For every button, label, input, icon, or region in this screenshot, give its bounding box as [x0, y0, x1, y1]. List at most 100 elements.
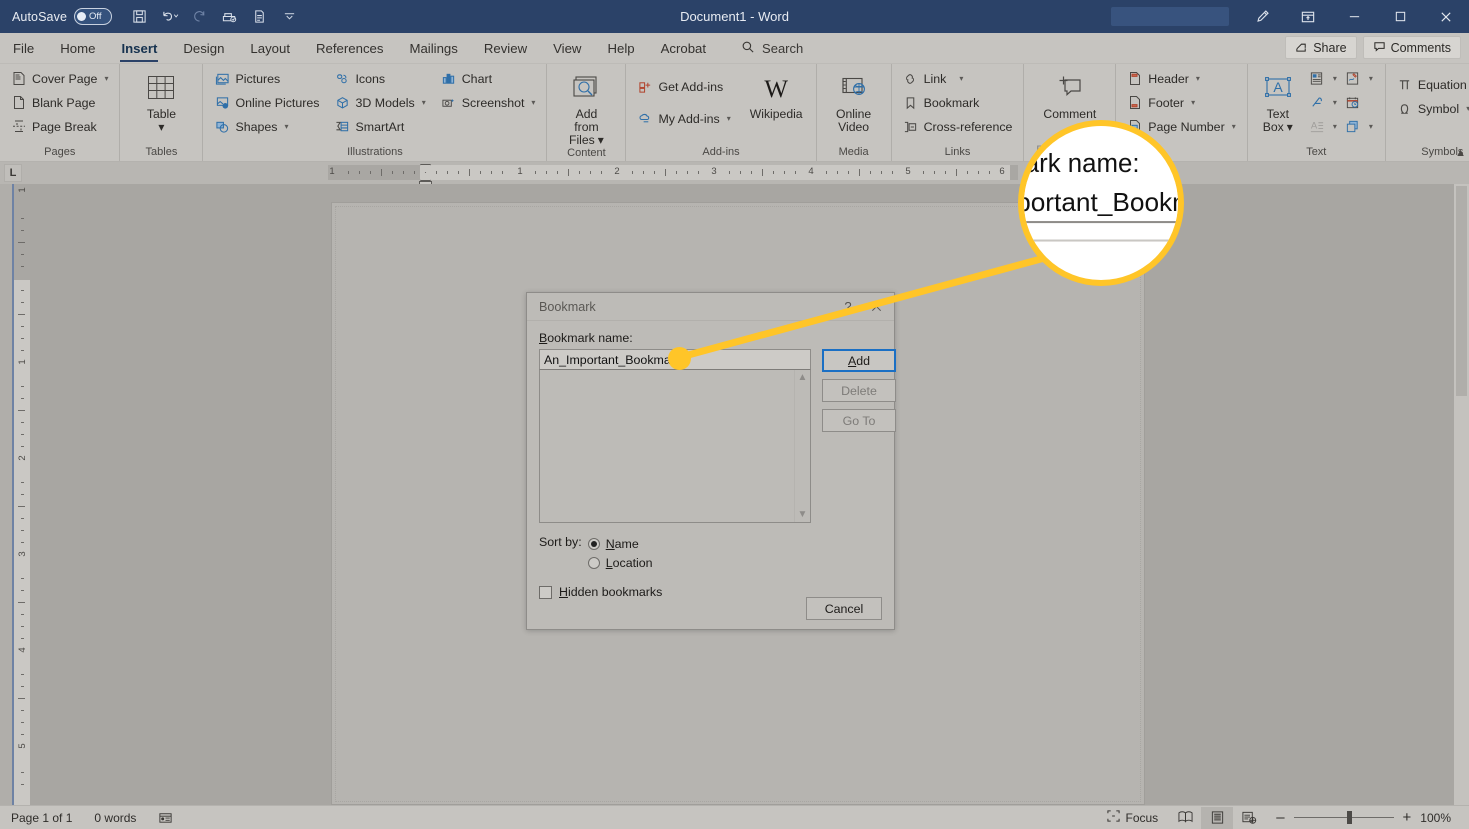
redo-icon[interactable]: [184, 3, 214, 31]
tab-file[interactable]: File: [0, 33, 47, 64]
close-button[interactable]: [1423, 0, 1469, 33]
comments-button[interactable]: Comments: [1362, 36, 1461, 59]
scroll-up-icon[interactable]: ▲: [798, 372, 808, 383]
ribbon-display-options-icon[interactable]: [1285, 0, 1331, 33]
page-break-button[interactable]: Page Break: [7, 115, 112, 138]
zoom-level-label[interactable]: 100%: [1420, 811, 1451, 825]
drop-cap-icon[interactable]: A: [1304, 115, 1330, 138]
collapse-ribbon-icon[interactable]: ▲: [1455, 147, 1466, 159]
my-addins-button[interactable]: My Add-ins ▾: [633, 107, 734, 130]
bookmark-list[interactable]: ▲ ▼: [539, 370, 811, 523]
print-icon[interactable]: [244, 3, 274, 31]
go-to-button[interactable]: Go To: [822, 409, 896, 432]
equation-button[interactable]: Equation ▾: [1393, 73, 1469, 96]
page-indicator[interactable]: Page 1 of 1: [0, 806, 83, 829]
zoom-in-button[interactable]: +: [1403, 809, 1412, 826]
chevron-down-icon: ▾: [1231, 122, 1236, 131]
tab-design[interactable]: Design: [170, 33, 237, 64]
vertical-ruler[interactable]: 1 1 2 3 4 5: [14, 184, 30, 805]
web-layout-button[interactable]: [1233, 807, 1265, 829]
tab-layout[interactable]: Layout: [237, 33, 303, 64]
cross-reference-button[interactable]: Cross-reference: [899, 115, 1017, 138]
ink-pen-icon[interactable]: [1239, 0, 1285, 33]
link-button[interactable]: Link ▾: [899, 67, 1017, 90]
bookmark-list-items[interactable]: [540, 370, 794, 522]
chart-button[interactable]: Chart: [437, 67, 540, 90]
tab-stop-selector[interactable]: L: [4, 164, 22, 182]
zoom-out-button[interactable]: –: [1276, 809, 1284, 826]
comment-button[interactable]: Comment: [1037, 67, 1102, 121]
tab-insert[interactable]: Insert: [108, 33, 170, 64]
chevron-down-icon[interactable]: ▾: [1330, 74, 1340, 83]
icons-button[interactable]: Icons: [330, 67, 429, 90]
focus-button[interactable]: Focus: [1095, 806, 1170, 829]
chevron-down-icon[interactable]: ▾: [1330, 122, 1340, 131]
zoom-slider[interactable]: [1293, 811, 1394, 824]
header-button[interactable]: Header ▾: [1123, 67, 1239, 90]
read-mode-button[interactable]: [1169, 807, 1201, 829]
tab-references[interactable]: References: [303, 33, 396, 64]
cancel-button[interactable]: Cancel: [806, 597, 882, 620]
signature-line-icon[interactable]: [1340, 67, 1366, 90]
delete-button[interactable]: Delete: [822, 379, 896, 402]
tab-view[interactable]: View: [540, 33, 594, 64]
autosave-toggle[interactable]: Off: [74, 8, 113, 25]
quick-parts-icon[interactable]: [1304, 67, 1330, 90]
word-count[interactable]: 0 words: [83, 806, 147, 829]
proofing-icon[interactable]: [147, 806, 184, 829]
sort-by-name-radio[interactable]: Name: [587, 534, 653, 553]
customize-qat-icon[interactable]: [274, 3, 304, 31]
print-preview-icon[interactable]: [214, 3, 244, 31]
wikipedia-button[interactable]: W Wikipedia: [744, 67, 809, 121]
add-button[interactable]: Add: [822, 349, 896, 372]
pictures-button[interactable]: Pictures: [210, 67, 323, 90]
horizontal-ruler-track[interactable]: 1 1 2 3 4 5 6: [328, 165, 1018, 180]
tab-review[interactable]: Review: [471, 33, 540, 64]
smartart-button[interactable]: SmartArt: [330, 115, 429, 138]
table-button[interactable]: Table ▾: [137, 67, 185, 134]
zoom-control[interactable]: – + 100%: [1265, 806, 1465, 829]
add-from-files-button[interactable]: Add from Files ▾: [562, 67, 610, 147]
shapes-button[interactable]: Shapes ▾: [210, 115, 323, 138]
minimize-button[interactable]: [1331, 0, 1377, 33]
dialog-help-button[interactable]: ?: [834, 294, 862, 320]
date-time-icon[interactable]: [1340, 91, 1366, 114]
object-icon[interactable]: [1340, 115, 1366, 138]
tab-help[interactable]: Help: [594, 33, 647, 64]
text-box-button[interactable]: A Text Box ▾: [1257, 67, 1299, 134]
3d-models-button[interactable]: 3D Models ▾: [330, 91, 429, 114]
blank-page-button[interactable]: Blank Page: [7, 91, 112, 114]
vertical-scrollbar[interactable]: [1454, 184, 1469, 805]
blank-page-label: Blank Page: [32, 95, 96, 110]
share-button[interactable]: Share: [1285, 36, 1357, 59]
checkbox-unchecked-icon[interactable]: [539, 585, 552, 599]
online-pictures-button[interactable]: Online Pictures: [210, 91, 323, 114]
screenshot-button[interactable]: Screenshot ▾: [437, 91, 540, 114]
tab-acrobat[interactable]: Acrobat: [648, 33, 719, 64]
footer-button[interactable]: Footer ▾: [1123, 91, 1239, 114]
save-icon[interactable]: [124, 3, 154, 31]
ruler-number: 4: [808, 166, 814, 177]
chevron-down-icon[interactable]: ▾: [1366, 122, 1376, 131]
wordart-icon[interactable]: [1304, 91, 1330, 114]
cover-page-button[interactable]: Cover Page ▾: [7, 67, 112, 90]
online-video-button[interactable]: Online Video: [830, 67, 878, 134]
sort-by-location-radio[interactable]: Location: [587, 553, 653, 572]
maximize-button[interactable]: [1377, 0, 1423, 33]
tab-home[interactable]: Home: [47, 33, 108, 64]
get-addins-button[interactable]: Get Add-ins: [633, 75, 734, 98]
chevron-down-icon[interactable]: ▾: [1366, 74, 1376, 83]
dialog-close-button[interactable]: [862, 294, 890, 320]
autosave-control[interactable]: AutoSave Off: [12, 8, 113, 25]
scroll-down-icon[interactable]: ▼: [798, 509, 808, 520]
search-box[interactable]: Search: [719, 40, 803, 57]
symbol-button[interactable]: Symbol ▾: [1393, 97, 1469, 120]
undo-icon[interactable]: [154, 3, 184, 31]
bookmark-button[interactable]: Bookmark: [899, 91, 1017, 114]
zoom-slider-thumb[interactable]: [1346, 811, 1352, 824]
chevron-down-icon[interactable]: ▾: [1330, 98, 1340, 107]
tab-mailings[interactable]: Mailings: [396, 33, 470, 64]
print-layout-button[interactable]: [1201, 806, 1234, 829]
scrollbar-thumb[interactable]: [1456, 186, 1467, 396]
bookmark-list-scrollbar[interactable]: ▲ ▼: [794, 370, 810, 522]
